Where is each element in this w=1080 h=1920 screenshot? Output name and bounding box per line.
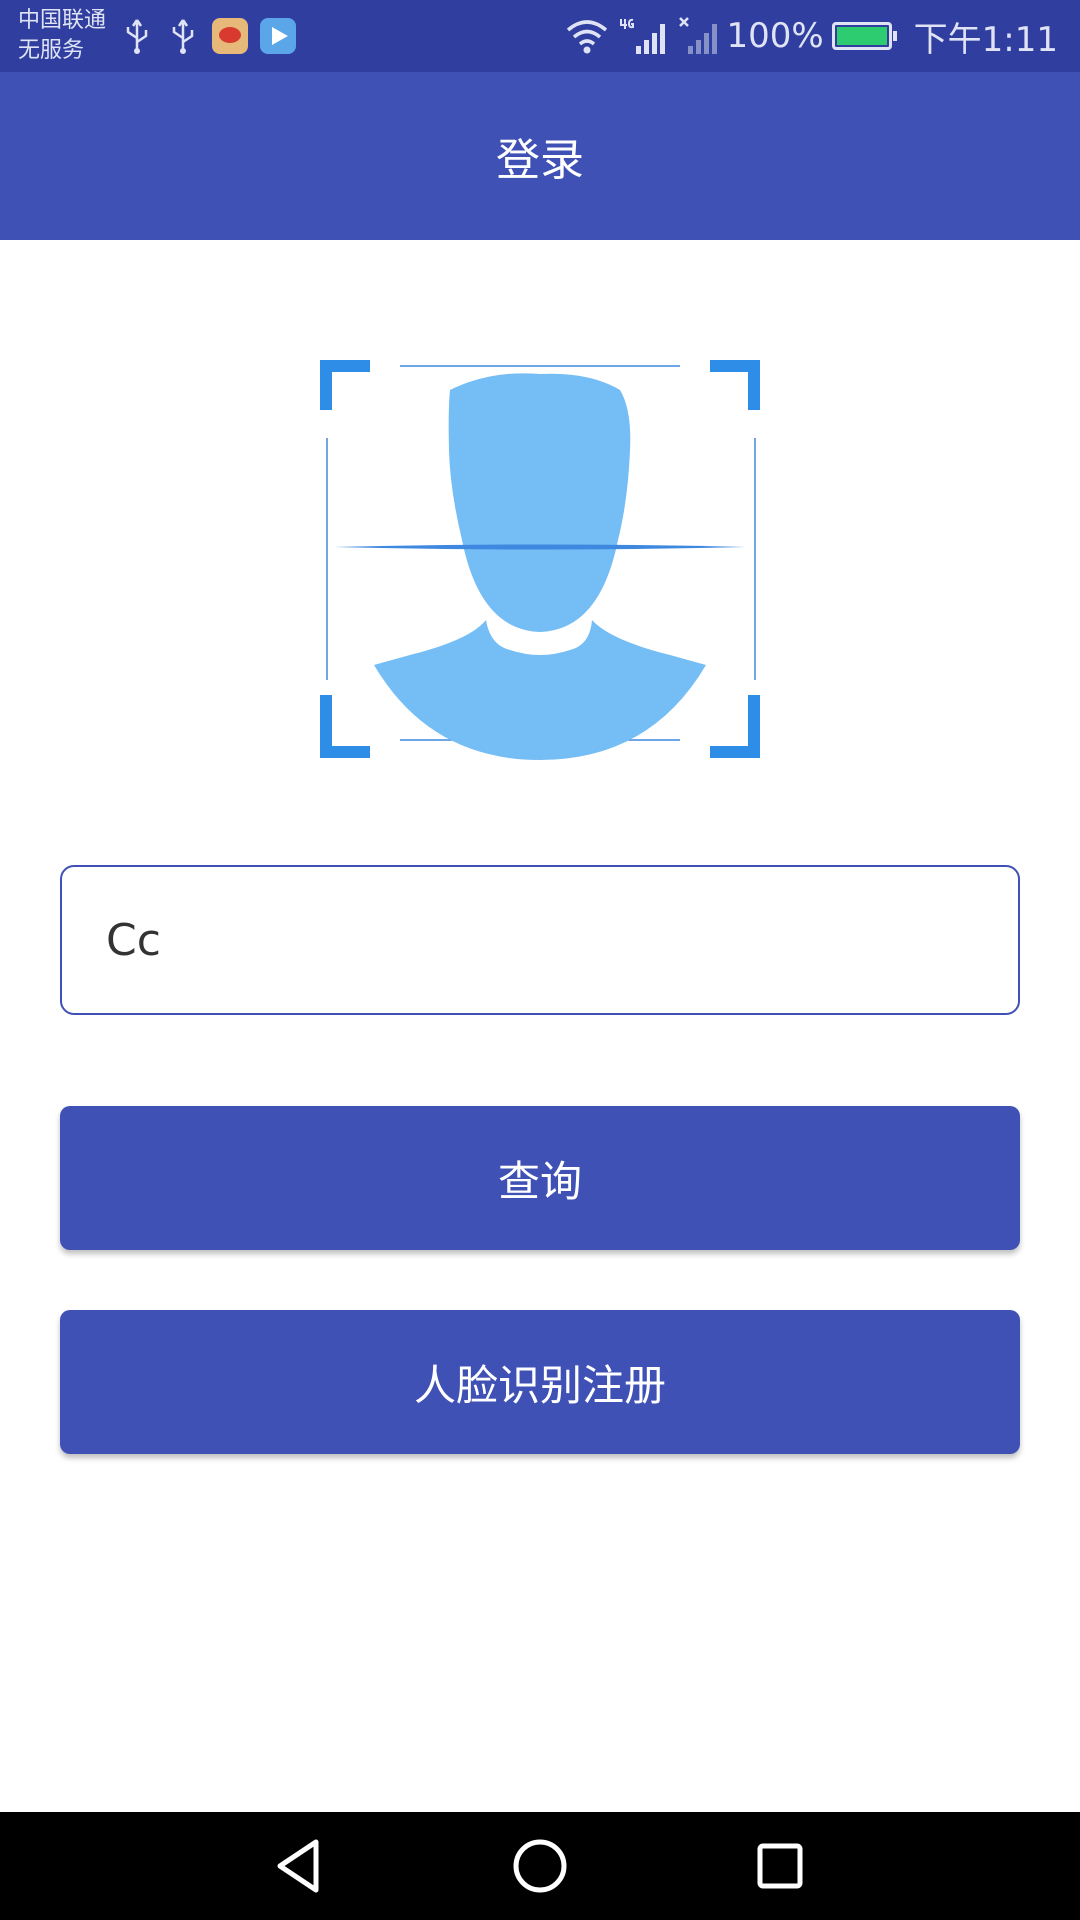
notification-icons	[120, 16, 296, 56]
status-bar: 中国联通 无服务 100% 下午1:11	[0, 0, 1080, 72]
query-button-label: 查询	[497, 1156, 582, 1206]
home-icon[interactable]	[506, 1832, 574, 1900]
usb-icon	[172, 19, 194, 54]
signal-no-service-icon	[679, 17, 718, 54]
name-input-value: Cc	[106, 914, 161, 966]
video-icon	[260, 18, 296, 54]
signal-4g-icon	[620, 18, 666, 54]
face-silhouette	[374, 373, 706, 760]
app-bar: 登录	[0, 72, 1080, 240]
system-icons: 100% 下午1:11	[564, 12, 1058, 60]
carrier-info: 中国联通 无服务	[18, 6, 106, 66]
battery-percent: 100%	[726, 16, 824, 56]
face-register-button[interactable]: 人脸识别注册	[60, 1310, 1020, 1454]
carrier-name: 中国联通	[18, 8, 107, 33]
system-nav-bar	[0, 1812, 1080, 1920]
battery-charging-icon	[831, 22, 897, 50]
recent-apps-icon[interactable]	[746, 1832, 814, 1900]
weibo-icon	[212, 18, 248, 54]
query-button[interactable]: 查询	[60, 1106, 1020, 1250]
name-input[interactable]: Cc	[60, 865, 1020, 1015]
usb-icon	[126, 19, 148, 54]
face-scan-icon	[320, 360, 760, 760]
page-title: 登录	[496, 135, 584, 186]
carrier-service-status: 无服务	[18, 38, 85, 63]
scan-line	[334, 544, 746, 550]
face-register-button-label: 人脸识别注册	[413, 1360, 666, 1410]
clock: 下午1:11	[913, 19, 1058, 60]
back-icon[interactable]	[266, 1832, 334, 1900]
wifi-icon	[567, 20, 608, 54]
